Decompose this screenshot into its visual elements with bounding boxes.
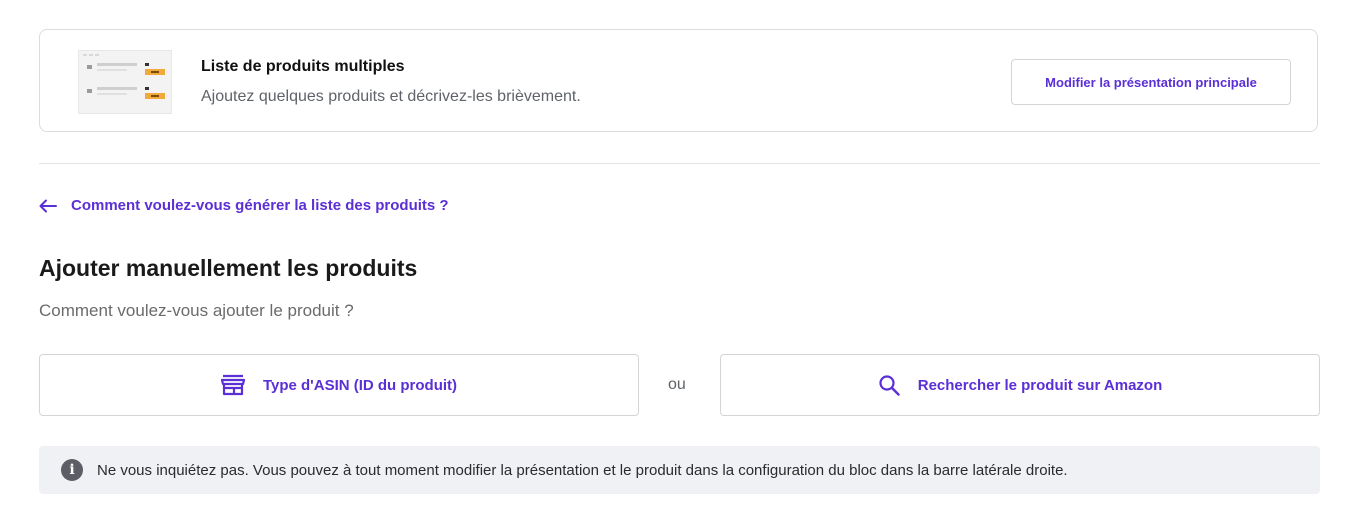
search-amazon-label: Rechercher le produit sur Amazon — [917, 376, 1163, 394]
arrow-left-icon — [39, 199, 57, 212]
asin-option-label: Type d'ASIN (ID du produit) — [262, 376, 458, 394]
layout-title: Liste de produits multiples — [201, 58, 405, 75]
back-link-label: Comment voulez-vous générer la liste des… — [71, 197, 449, 214]
divider — [39, 163, 1320, 164]
back-link[interactable]: Comment voulez-vous générer la liste des… — [39, 197, 449, 214]
layout-description: Ajoutez quelques produits et décrivez-le… — [201, 88, 581, 105]
page-title: Ajouter manuellement les produits — [39, 255, 418, 281]
info-icon: i — [61, 459, 83, 481]
product-list-thumbnail-image — [83, 54, 165, 99]
info-text: Ne vous inquiétez pas. Vous pouvez à tou… — [97, 461, 1068, 479]
search-amazon-button[interactable]: Rechercher le produit sur Amazon — [720, 354, 1320, 416]
modify-layout-button[interactable]: Modifier la présentation principale — [1011, 59, 1291, 105]
info-notice: i Ne vous inquiétez pas. Vous pouvez à t… — [39, 446, 1320, 494]
store-icon — [220, 374, 245, 396]
or-separator: ou — [668, 376, 686, 393]
product-list-thumbnail — [78, 50, 172, 114]
search-icon — [879, 375, 900, 396]
asin-option-button[interactable]: Type d'ASIN (ID du produit) — [39, 354, 639, 416]
page-subtitle: Comment voulez-vous ajouter le produit ? — [39, 301, 354, 320]
layout-card: Liste de produits multiples Ajoutez quel… — [39, 29, 1318, 132]
